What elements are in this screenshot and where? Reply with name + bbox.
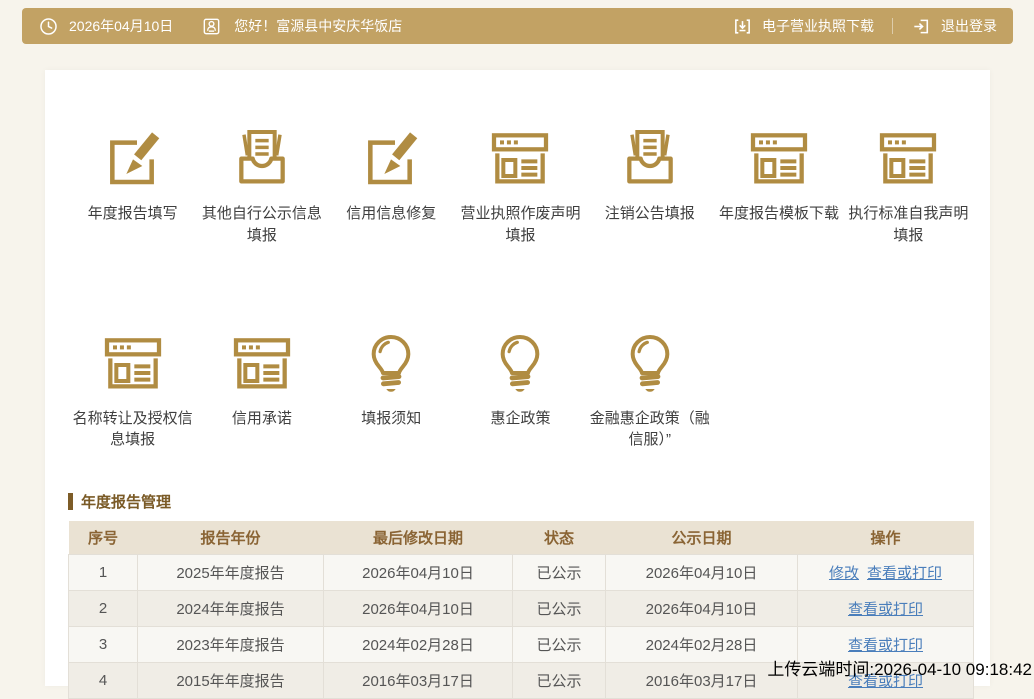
shortcut-row1-3[interactable]: 信用信息修复 [327,126,456,247]
topbar-divider [892,18,893,34]
logout-icon [911,16,932,37]
shortcut-label: 填报须知 [361,409,422,427]
column-header: 状态 [512,521,606,554]
cell-status: 已公示 [512,661,606,699]
shortcut-row2-3[interactable]: 填报须知 [327,331,456,452]
download-icon [732,16,753,37]
cell-no: 2 [68,589,138,627]
cell-modified-date: 2024年02月28日 [323,625,513,663]
shortcut-label: 名称转让及授权信息填报 [72,409,193,449]
browser-icon [747,126,811,190]
table-header-row: 序号 报告年份 最后修改日期 状态 公示日期 操作 [68,521,974,554]
shortcut-row1-7[interactable]: 执行标准自我声明填报 [844,126,973,247]
logout-button[interactable]: 退出登录 [911,16,997,37]
shortcut-label: 其他自行公示信息填报 [201,205,322,244]
license-download-label: 电子营业执照下载 [762,18,874,34]
column-header: 序号 [68,521,138,554]
shortcut-label: 信用信息修复 [346,205,437,222]
table-row: 1 2025年年度报告 2026年04月10日 已公示 2026年04月10日 … [68,553,974,591]
section-title-bar [68,493,73,510]
cell-modified-date: 2026年04月10日 [323,589,513,627]
browser-icon [488,126,552,190]
shortcut-label: 年度报告填写 [87,205,178,222]
user-icon [201,16,222,37]
shortcut-row1-2[interactable]: 其他自行公示信息填报 [197,126,326,247]
action-link[interactable]: 查看或打印 [867,565,942,582]
cell-no: 3 [68,625,138,663]
cell-actions: 查看或打印 [797,589,974,627]
current-date: 2026年04月10日 [69,18,174,34]
main-card: 年度报告填写 其他自行公示信息填报 信用信息修复 营业执照作废声明填报 注销公告… [45,70,990,699]
shortcut-label: 年度报告模板下载 [719,205,840,222]
cell-status: 已公示 [512,589,606,627]
action-link[interactable]: 查看或打印 [848,601,923,618]
cell-status: 已公示 [512,625,606,663]
shortcut-row2-4[interactable]: 惠企政策 [456,331,585,452]
clock-icon [38,16,59,37]
cell-report-year: 2015年年度报告 [137,661,324,699]
cell-publish-date: 2026年04月10日 [605,553,798,591]
column-header: 公示日期 [605,521,798,554]
annual-report-section-title: 年度报告管理 [68,491,973,512]
browser-icon [876,126,940,190]
section-title-text: 年度报告管理 [81,494,172,511]
license-download-button[interactable]: 电子营业执照下载 [732,16,874,37]
greeting-text: 您好！富源县中安庆华饭店 [234,18,403,34]
topbar: 2026年04月10日 您好！富源县中安庆华饭店 电子营业执照下载 退出登录 [22,8,1013,44]
shortcut-label: 信用承诺 [231,409,292,427]
shortcut-label: 惠企政策 [490,409,551,427]
inbox-icon [618,126,682,190]
cell-modified-date: 2016年03月17日 [323,661,513,699]
shortcut-row1-6[interactable]: 年度报告模板下载 [714,126,843,247]
topbar-left: 2026年04月10日 您好！富源县中安庆华饭店 [38,16,402,37]
inbox-icon [230,126,294,190]
cell-report-year: 2025年年度报告 [137,553,324,591]
cell-no: 4 [68,661,138,699]
bulb-icon [488,331,552,395]
action-link[interactable]: 查看或打印 [848,637,923,654]
cell-report-year: 2024年年度报告 [137,589,324,627]
shortcut-label: 金融惠企政策（融信服）” [589,409,710,449]
table-row: 2 2024年年度报告 2026年04月10日 已公示 2026年04月10日 … [68,589,974,627]
edit-icon [101,126,165,190]
browser-icon [101,331,165,395]
shortcut-label: 营业执照作废声明填报 [460,205,581,244]
cell-actions: 修改 查看或打印 [797,553,974,591]
shortcut-row2-5[interactable]: 金融惠企政策（融信服）” [585,331,714,452]
browser-icon [230,331,294,395]
bulb-icon [618,331,682,395]
shortcut-label: 执行标准自我声明填报 [848,205,969,244]
shortcut-label: 注销公告填报 [604,205,695,222]
shortcut-row1-5[interactable]: 注销公告填报 [585,126,714,247]
cell-modified-date: 2026年04月10日 [323,553,513,591]
shortcut-row1-4[interactable]: 营业执照作废声明填报 [456,126,585,247]
cell-no: 1 [68,553,138,591]
cell-report-year: 2023年年度报告 [137,625,324,663]
bulb-icon [359,331,423,395]
column-header: 操作 [797,521,974,554]
logout-label: 退出登录 [941,18,997,34]
cell-status: 已公示 [512,553,606,591]
shortcut-grid: 年度报告填写 其他自行公示信息填报 信用信息修复 营业执照作废声明填报 注销公告… [68,70,973,451]
shortcut-row2-1[interactable]: 名称转让及授权信息填报 [68,331,197,452]
column-header: 报告年份 [137,521,324,554]
edit-icon [359,126,423,190]
shortcut-row1-1[interactable]: 年度报告填写 [68,126,197,247]
topbar-right: 电子营业执照下载 退出登录 [732,16,997,37]
cell-publish-date: 2026年04月10日 [605,589,798,627]
action-link[interactable]: 修改 [829,565,859,582]
shortcut-row2-2[interactable]: 信用承诺 [197,331,326,452]
column-header: 最后修改日期 [323,521,513,554]
upload-time-overlay: 上传云端时间:2026-04-10 09:18:42 [767,660,1032,679]
